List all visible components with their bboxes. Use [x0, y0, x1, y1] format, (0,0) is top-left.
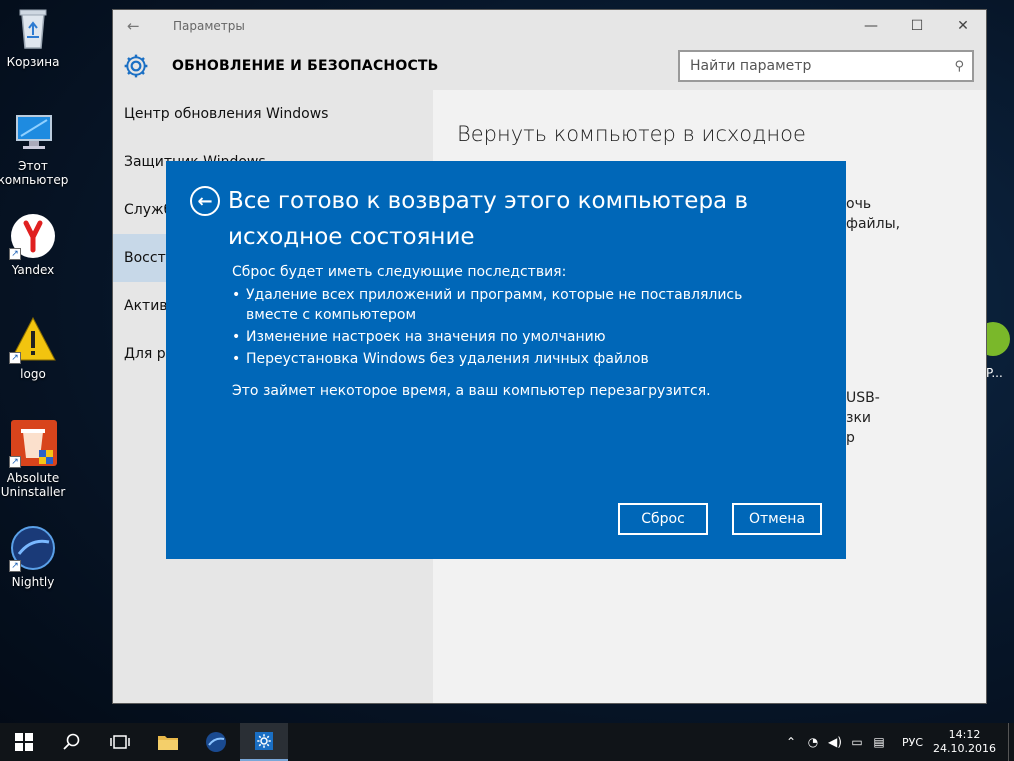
windows-icon	[15, 733, 33, 751]
desktop-icon-label: Absolute Uninstaller	[0, 471, 66, 499]
partially-hidden-desktop-icon[interactable]: P...	[986, 322, 1014, 382]
content-text-fragment: очь	[846, 196, 872, 212]
desktop-icon-logo[interactable]: ↗ logo	[0, 316, 66, 381]
task-view-icon	[110, 735, 130, 749]
window-controls: — ☐ ✕	[848, 18, 986, 34]
window-title: Параметры	[173, 19, 245, 33]
gear-icon	[124, 54, 148, 78]
desktop-icon-this-pc[interactable]: Этот компьютер	[0, 108, 69, 187]
maximize-button[interactable]: ☐	[894, 18, 940, 34]
content-text-fragment: файлы,	[846, 216, 901, 232]
file-explorer-icon	[158, 736, 178, 750]
system-tray: ⌃ ◔ ◀) ▭ ▤ РУС 14:12 24.10.2016	[780, 723, 1014, 761]
file-explorer-button[interactable]	[144, 723, 192, 761]
minimize-button[interactable]: —	[848, 18, 894, 34]
desktop-icon-label: Nightly	[11, 575, 55, 589]
display-icon[interactable]: ▭	[848, 735, 866, 749]
page-header: ОБНОВЛЕНИЕ И БЕЗОПАСНОСТЬ Найти параметр…	[113, 42, 986, 90]
title-bar: ← Параметры — ☐ ✕	[113, 10, 986, 42]
reset-confirm-dialog: ← Все готово к возврату этого компьютера…	[166, 161, 846, 559]
desktop-icon-nightly[interactable]: ↗ Nightly	[0, 524, 66, 589]
settings-taskbar-button[interactable]	[240, 723, 288, 761]
content-text-fragment: р	[846, 430, 855, 446]
desktop-icon-label: Yandex	[11, 263, 55, 277]
shortcut-arrow-icon: ↗	[9, 560, 21, 572]
back-arrow-icon[interactable]: ←	[190, 186, 220, 216]
search-input[interactable]: Найти параметр ⚲	[678, 50, 974, 82]
uninstaller-icon: ↗	[9, 420, 57, 468]
back-arrow-icon[interactable]: ←	[127, 17, 151, 35]
settings-icon	[255, 732, 273, 750]
dialog-header: ← Все готово к возврату этого компьютера…	[190, 183, 788, 255]
task-view-button[interactable]	[96, 723, 144, 761]
search-placeholder: Найти параметр	[690, 58, 812, 74]
desktop-icon-label: Этот компьютер	[0, 159, 69, 187]
desktop-icon-label: Корзина	[6, 55, 60, 69]
yandex-browser-icon: ↗	[9, 212, 57, 260]
cancel-button[interactable]: Отмена	[732, 503, 822, 535]
dialog-body: Сброс будет иметь следующие последствия:…	[232, 262, 792, 401]
desktop-icon-absolute-uninstaller[interactable]: ↗ Absolute Uninstaller	[0, 420, 66, 499]
green-app-icon	[986, 322, 1010, 356]
content-text-fragment: USB-	[846, 390, 880, 406]
desktop-icon-label: logo	[20, 367, 46, 381]
shortcut-arrow-icon: ↗	[9, 248, 21, 260]
sidebar-item-windows-update[interactable]: Центр обновления Windows	[113, 90, 433, 138]
clock-date: 24.10.2016	[933, 742, 996, 755]
notification-icon[interactable]: ▤	[870, 735, 888, 749]
clock-time: 14:12	[948, 728, 981, 741]
chevron-up-icon[interactable]: ⌃	[782, 735, 800, 749]
network-icon[interactable]: ◔	[804, 735, 822, 749]
list-item: Переустановка Windows без удаления личны…	[232, 349, 792, 369]
desktop-icon-yandex[interactable]: ↗ Yandex	[0, 212, 66, 277]
page-title: ОБНОВЛЕНИЕ И БЕЗОПАСНОСТЬ	[172, 58, 439, 74]
recycle-bin-icon	[9, 4, 57, 52]
nightly-taskbar-button[interactable]	[192, 723, 240, 761]
list-item: Удаление всех приложений и программ, кот…	[232, 285, 792, 325]
desktop-icon-recycle-bin[interactable]: Корзина	[0, 4, 66, 69]
dialog-note: Это займет некоторое время, а ваш компью…	[232, 383, 711, 399]
start-button[interactable]	[0, 723, 48, 761]
content-text-fragment: зки	[846, 410, 871, 426]
dialog-title: Все готово к возврату этого компьютера в…	[228, 188, 749, 250]
nightly-icon	[206, 732, 226, 752]
shortcut-arrow-icon: ↗	[9, 352, 21, 364]
computer-icon	[9, 108, 57, 156]
volume-icon[interactable]: ◀)	[826, 735, 844, 749]
reset-button[interactable]: Сброс	[618, 503, 708, 535]
warning-icon: ↗	[9, 316, 57, 364]
clock[interactable]: 14:12 24.10.2016	[933, 728, 996, 756]
shortcut-arrow-icon: ↗	[9, 456, 21, 468]
language-indicator[interactable]: РУС	[902, 736, 923, 749]
search-icon	[63, 733, 80, 750]
search-button[interactable]	[48, 723, 96, 761]
dialog-intro: Сброс будет иметь следующие последствия:	[232, 264, 567, 280]
show-desktop-button[interactable]	[1008, 723, 1014, 761]
desktop-icon-label: P...	[986, 366, 1003, 380]
close-button[interactable]: ✕	[940, 18, 986, 34]
nightly-browser-icon: ↗	[9, 524, 57, 572]
taskbar: ⌃ ◔ ◀) ▭ ▤ РУС 14:12 24.10.2016	[0, 723, 1014, 761]
list-item: Изменение настроек на значения по умолча…	[232, 327, 792, 347]
search-icon[interactable]: ⚲	[954, 59, 964, 74]
consequences-list: Удаление всех приложений и программ, кот…	[232, 285, 792, 369]
